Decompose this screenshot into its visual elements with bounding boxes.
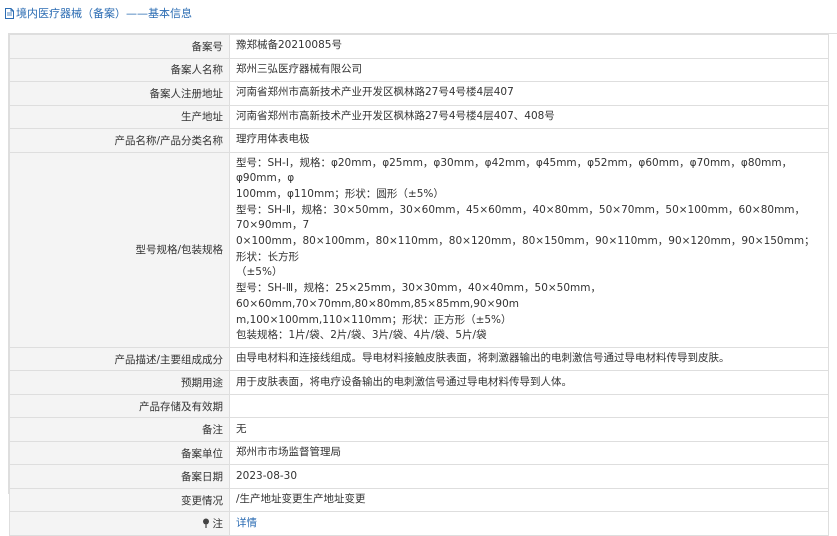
label-product-name: 产品名称/产品分类名称 (9, 128, 230, 153)
row-record-date: 备案日期 2023-08-30 (9, 464, 829, 489)
label-model-spec: 型号规格/包装规格 (9, 151, 230, 348)
row-model-spec: 型号规格/包装规格 型号：SH-Ⅰ，规格：φ20mm，φ25mm，φ30mm，φ… (9, 151, 829, 348)
row-notes: 注 详情 (9, 511, 829, 536)
label-storage: 产品存储及有效期 (9, 393, 230, 419)
row-record-no: 备案号 豫郑械备20210085号 (9, 34, 829, 59)
value-notes: 详情 (229, 511, 829, 536)
value-description: 由导电材料和连接线组成。导电材料接触皮肤表面，将刺激器输出的电刺激信号通过导电材… (229, 346, 829, 372)
row-reg-address: 备案人注册地址 河南省郑州市高新技术产业开发区枫林路27号4号楼4层407 (9, 81, 829, 106)
pin-icon (202, 518, 210, 529)
info-panel: 备案号 豫郑械备20210085号 备案人名称 郑州三弘医疗器械有限公司 备案人… (8, 33, 837, 536)
label-change: 变更情况 (9, 487, 230, 513)
value-prod-address: 河南省郑州市高新技术产业开发区枫林路27号4号楼4层407、408号 (229, 104, 829, 129)
row-description: 产品描述/主要组成成分 由导电材料和连接线组成。导电材料接触皮肤表面，将刺激器输… (9, 346, 829, 372)
value-model-spec: 型号：SH-Ⅰ，规格：φ20mm，φ25mm，φ30mm，φ42mm，φ45mm… (229, 151, 829, 348)
spec-line: 型号：SH-Ⅲ，规格：25×25mm，30×30mm，40×40mm，50×50… (236, 282, 601, 310)
label-record-no: 备案号 (9, 34, 230, 59)
row-record-unit: 备案单位 郑州市市场监督管理局 (9, 440, 829, 466)
spec-line: 0×100mm，80×100mm，80×110mm，80×120mm，80×15… (236, 235, 815, 263)
label-intended-use: 预期用途 (9, 370, 230, 395)
value-applicant: 郑州三弘医疗器械有限公司 (229, 57, 829, 82)
row-intended-use: 预期用途 用于皮肤表面，将电疗设备输出的电刺激信号通过导电材料传导到人体。 (9, 370, 829, 395)
label-reg-address: 备案人注册地址 (9, 81, 230, 106)
spec-line: m,100×100mm,110×110mm；形状：正方形（±5%） (236, 313, 512, 326)
document-icon (5, 7, 14, 19)
value-storage (229, 393, 829, 419)
label-notes: 注 (9, 511, 230, 536)
value-reg-address: 河南省郑州市高新技术产业开发区枫林路27号4号楼4层407 (229, 81, 829, 106)
spec-line: 型号：SH-Ⅱ，规格：30×50mm，30×60mm，45×60mm，40×80… (236, 203, 806, 232)
row-change: 变更情况 /生产地址变更生产地址变更 (9, 487, 829, 513)
details-link[interactable]: 详情 (236, 517, 257, 529)
value-intended-use: 用于皮肤表面，将电疗设备输出的电刺激信号通过导电材料传导到人体。 (229, 370, 829, 395)
label-record-unit: 备案单位 (9, 440, 230, 466)
spec-line: （±5%） (236, 266, 283, 279)
label-record-date: 备案日期 (9, 464, 230, 489)
label-description: 产品描述/主要组成成分 (9, 346, 230, 372)
row-applicant: 备案人名称 郑州三弘医疗器械有限公司 (9, 57, 829, 82)
page-title: 境内医疗器械（备案）——基本信息 (16, 7, 192, 20)
page-header: 境内医疗器械（备案）——基本信息 (0, 0, 837, 26)
row-storage: 产品存储及有效期 (9, 393, 829, 419)
notes-label-text: 注 (212, 518, 224, 531)
value-record-no: 豫郑械备20210085号 (229, 34, 829, 59)
row-prod-address: 生产地址 河南省郑州市高新技术产业开发区枫林路27号4号楼4层407、408号 (9, 104, 829, 129)
label-prod-address: 生产地址 (9, 104, 230, 129)
value-remarks: 无 (229, 417, 829, 442)
spec-line: 包装规格：1片/袋、2片/袋、3片/袋、4片/袋、5片/袋 (236, 329, 487, 342)
info-table: 备案号 豫郑械备20210085号 备案人名称 郑州三弘医疗器械有限公司 备案人… (9, 34, 829, 536)
label-remarks: 备注 (9, 417, 230, 442)
spec-line: 100mm，φ110mm；形状：圆形（±5%） (236, 187, 444, 200)
label-applicant: 备案人名称 (9, 57, 230, 82)
value-record-date: 2023-08-30 (229, 464, 829, 489)
row-product-name: 产品名称/产品分类名称 理疗用体表电极 (9, 128, 829, 153)
value-change: /生产地址变更生产地址变更 (229, 487, 829, 513)
row-remarks: 备注 无 (9, 417, 829, 442)
value-record-unit: 郑州市市场监督管理局 (229, 440, 829, 466)
value-product-name: 理疗用体表电极 (229, 128, 829, 153)
spec-line: 型号：SH-Ⅰ，规格：φ20mm，φ25mm，φ30mm，φ42mm，φ45mm… (236, 156, 793, 185)
